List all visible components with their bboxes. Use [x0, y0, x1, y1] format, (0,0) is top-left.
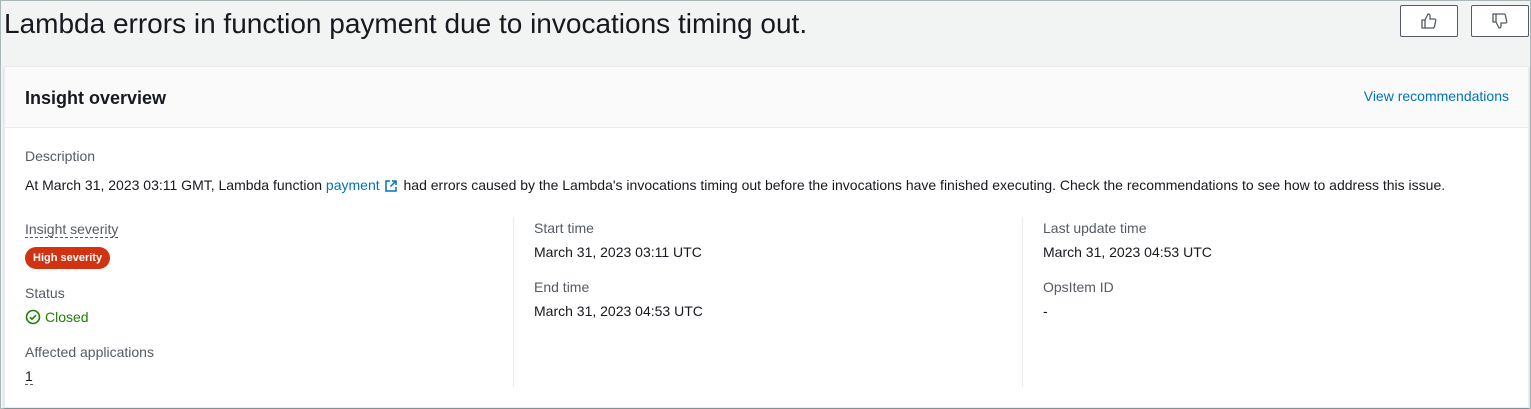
check-circle-icon	[25, 309, 41, 325]
insight-page: Lambda errors in function payment due to…	[0, 0, 1531, 409]
status-value: Closed	[25, 309, 89, 325]
description-label: Description	[25, 148, 96, 164]
description-prefix: At March 31, 2023 03:11 GMT, Lambda func…	[25, 177, 326, 193]
description-suffix: had errors caused by the Lambda's invoca…	[399, 177, 1446, 193]
affected-applications-label: Affected applications	[25, 344, 154, 360]
end-time-label: End time	[534, 279, 590, 295]
severity-badge: High severity	[25, 247, 111, 269]
thumbs-down-button[interactable]	[1471, 5, 1529, 37]
thumbs-up-icon	[1421, 13, 1437, 29]
insight-overview-panel: Insight overview View recommendations De…	[4, 66, 1529, 408]
description-text: At March 31, 2023 03:11 GMT, Lambda func…	[25, 177, 1445, 193]
end-time-value: March 31, 2023 04:53 UTC	[534, 303, 703, 319]
column-divider	[1022, 217, 1023, 387]
column-divider	[513, 217, 514, 387]
status-text: Closed	[45, 309, 89, 325]
panel-title: Insight overview	[25, 88, 167, 108]
last-update-time-label: Last update time	[1043, 220, 1147, 236]
status-label: Status	[25, 285, 65, 301]
view-recommendations-link[interactable]: View recommendations	[1364, 88, 1509, 104]
opsitem-id-value: -	[1043, 303, 1048, 319]
severity-label[interactable]: Insight severity	[25, 221, 119, 238]
external-link-icon[interactable]	[384, 179, 398, 193]
thumbs-up-button[interactable]	[1400, 5, 1458, 37]
start-time-label: Start time	[534, 220, 594, 236]
thumbs-down-icon	[1492, 13, 1508, 29]
start-time-value: March 31, 2023 03:11 UTC	[534, 244, 702, 260]
payment-function-link[interactable]: payment	[326, 177, 380, 193]
last-update-time-value: March 31, 2023 04:53 UTC	[1043, 244, 1212, 260]
opsitem-id-label: OpsItem ID	[1043, 279, 1114, 295]
page-title: Lambda errors in function payment due to…	[4, 8, 808, 39]
affected-applications-value[interactable]: 1	[25, 368, 33, 385]
panel-header: Insight overview View recommendations	[5, 67, 1528, 128]
